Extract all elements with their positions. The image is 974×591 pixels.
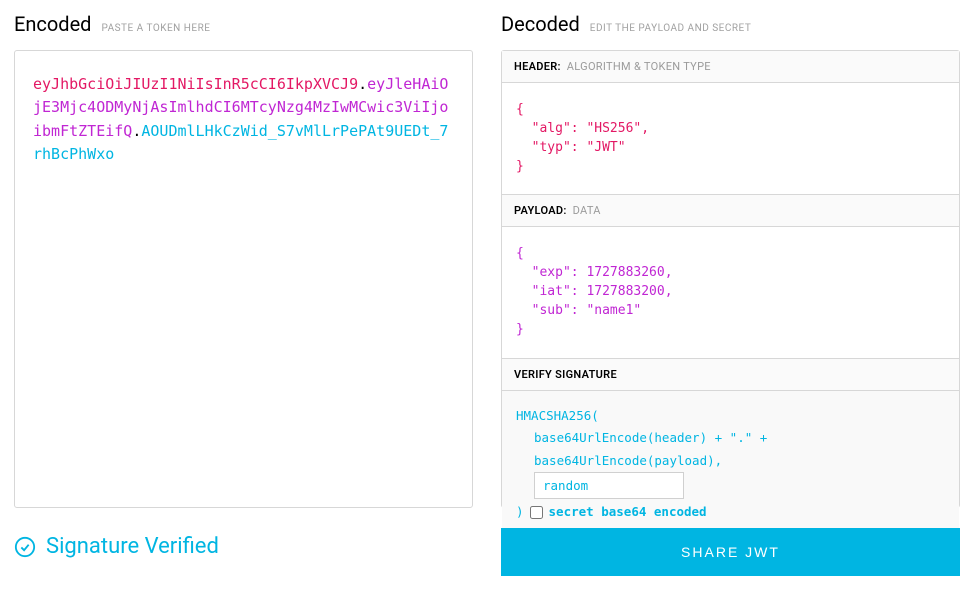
header-section-label: HEADER: ALGORITHM & TOKEN TYPE — [502, 51, 959, 83]
decoded-box: HEADER: ALGORITHM & TOKEN TYPE { "alg": … — [501, 50, 960, 508]
sig-line-header-encode: base64UrlEncode(header) + "." + — [516, 427, 945, 450]
header-label-bold: HEADER: — [514, 60, 561, 73]
decoded-title-row: Decoded EDIT THE PAYLOAD AND SECRET — [501, 12, 960, 36]
encoded-token-box[interactable]: eyJhbGciOiJIUzI1NiIsInR5cCI6IkpXVCJ9.eyJ… — [14, 50, 473, 508]
encoded-column: Encoded PASTE A TOKEN HERE eyJhbGciOiJIU… — [14, 12, 473, 508]
header-content[interactable]: { "alg": "HS256", "typ": "JWT" } — [502, 83, 959, 195]
token-header-part: eyJhbGciOiJIUzI1NiIsInR5cCI6IkpXVCJ9 — [33, 75, 358, 93]
decoded-title: Decoded — [501, 12, 580, 36]
payload-content[interactable]: { "exp": 1727883260, "iat": 1727883200, … — [502, 227, 959, 358]
signature-content: HMACSHA256( base64UrlEncode(header) + ".… — [502, 391, 959, 540]
footer-row: Signature Verified SHARE JWT — [14, 528, 960, 576]
verified-text: Signature Verified — [46, 534, 219, 559]
share-jwt-button[interactable]: SHARE JWT — [501, 528, 960, 576]
secret-base64-label: secret base64 encoded — [549, 501, 707, 524]
secret-input[interactable] — [534, 472, 684, 499]
secret-base64-checkbox[interactable] — [530, 506, 543, 519]
header-label-muted: ALGORITHM & TOKEN TYPE — [567, 60, 711, 73]
token-dot: . — [358, 75, 367, 93]
sig-closing-paren: ) — [516, 501, 524, 524]
sig-footer-row: ) secret base64 encoded — [516, 501, 945, 524]
verified-status-col: Signature Verified — [14, 528, 473, 576]
signature-verified-status: Signature Verified — [14, 528, 473, 559]
signature-label-bold: VERIFY SIGNATURE — [514, 368, 617, 381]
payload-label-bold: PAYLOAD: — [514, 204, 567, 217]
encoded-title: Encoded — [14, 12, 91, 36]
decoded-subtitle: EDIT THE PAYLOAD AND SECRET — [590, 23, 752, 34]
sig-line-payload-encode: base64UrlEncode(payload), — [516, 450, 945, 473]
decoded-column: Decoded EDIT THE PAYLOAD AND SECRET HEAD… — [501, 12, 960, 508]
sig-line-hmac: HMACSHA256( — [516, 405, 945, 428]
encoded-title-row: Encoded PASTE A TOKEN HERE — [14, 12, 473, 36]
encoded-subtitle: PASTE A TOKEN HERE — [101, 23, 210, 34]
signature-section-label: VERIFY SIGNATURE — [502, 359, 959, 391]
check-circle-icon — [14, 536, 36, 558]
payload-section-label: PAYLOAD: DATA — [502, 195, 959, 227]
payload-label-muted: DATA — [573, 204, 601, 217]
share-col: SHARE JWT — [501, 528, 960, 576]
